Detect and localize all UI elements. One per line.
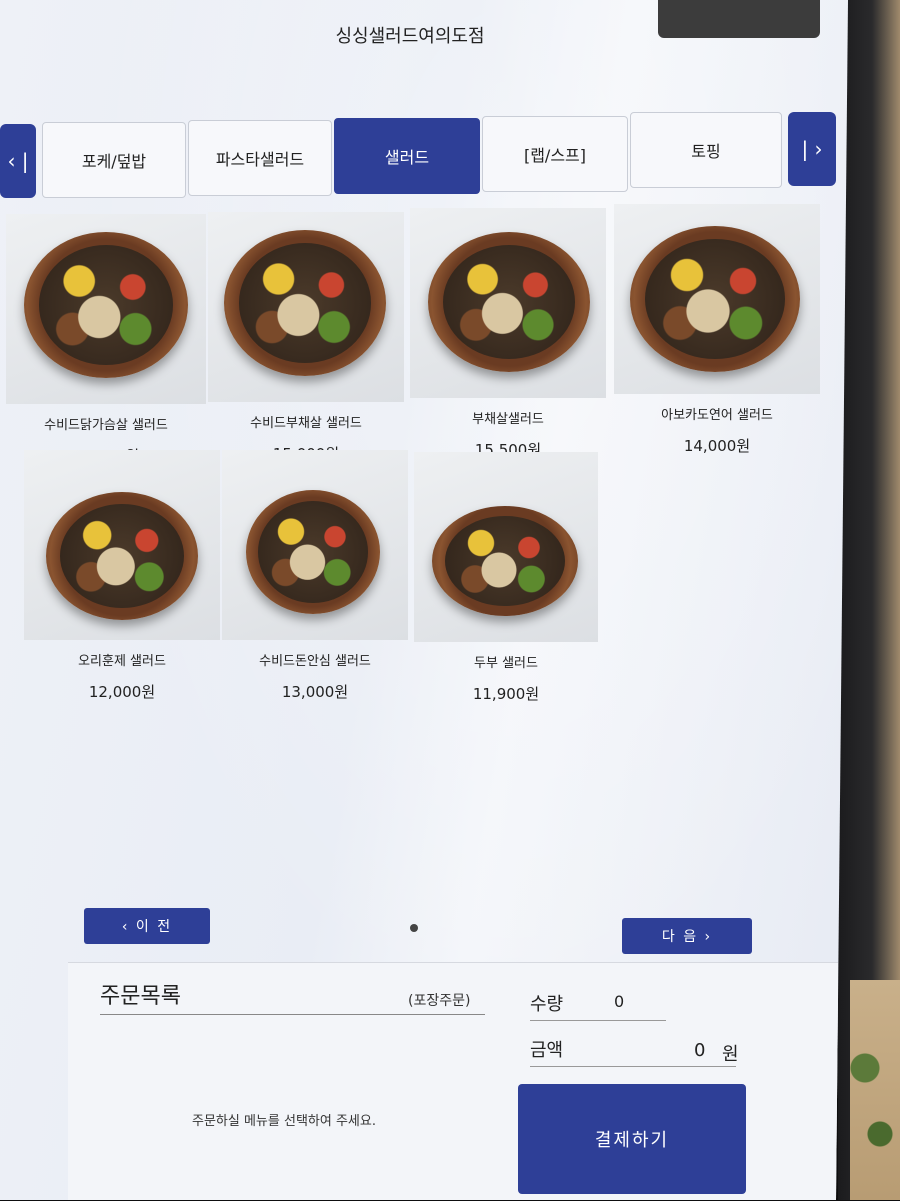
quantity-label: 수량 — [530, 994, 564, 1015]
menu-item-photo — [222, 450, 408, 640]
menu-item-card[interactable]: 오리훈제 샐러드 12,000원 — [24, 450, 220, 702]
background-plant — [850, 980, 900, 1200]
menu-item-name: 수비드닭가슴살 샐러드 — [44, 418, 168, 433]
category-tabs: ‹ | 포케/덮밥 파스타샐러드 샐러드 [랩/스프] 토핑 | › — [0, 112, 848, 202]
amount-unit: 원 — [722, 1044, 739, 1065]
empty-order-message: 주문하실 메뉴를 선택하여 주세요. — [192, 1114, 376, 1129]
prev-page-button[interactable]: ‹ 이 전 — [84, 908, 210, 944]
amount-value: 0 — [694, 1040, 706, 1061]
tab-next-arrow[interactable]: | › — [788, 112, 836, 186]
menu-item-price: 12,000원 — [88, 683, 156, 701]
pay-button[interactable]: 결제하기 — [518, 1084, 746, 1194]
packing-order-label: (포장주문) — [408, 993, 471, 1009]
next-page-button[interactable]: 다 음 › — [622, 918, 752, 954]
tab-wrap-soup[interactable]: [랩/스프] — [482, 116, 628, 192]
tab-poke-rice[interactable]: 포케/덮밥 — [42, 122, 186, 198]
menu-item-name: 부채살샐러드 — [472, 412, 544, 427]
menu-item-name: 오리훈제 샐러드 — [78, 654, 166, 669]
menu-item-name: 아보카도연어 샐러드 — [661, 408, 773, 423]
kiosk-bezel — [838, 0, 900, 1200]
menu-item-name: 수비드부채살 샐러드 — [250, 416, 362, 431]
menu-item-card[interactable]: 수비드부채살 샐러드 15,000원 — [208, 212, 404, 464]
menu-item-card[interactable]: 두부 샐러드 11,900원 — [414, 452, 598, 704]
menu-item-card[interactable]: 수비드닭가슴살 샐러드 12,000원 — [6, 214, 206, 466]
menu-item-photo — [414, 452, 598, 642]
menu-item-card[interactable]: 수비드돈안심 샐러드 13,000원 — [222, 450, 408, 702]
quantity-value: 0 — [614, 992, 625, 1011]
menu-item-photo — [410, 208, 606, 398]
menu-item-name: 수비드돈안심 샐러드 — [259, 654, 371, 669]
kiosk-screen: 싱싱샐러드여의도점 ‹ | 포케/덮밥 파스타샐러드 샐러드 [랩/스프] 토핑… — [0, 0, 848, 1200]
divider — [530, 1020, 666, 1021]
menu-item-name: 두부 샐러드 — [474, 656, 538, 671]
tab-salad[interactable]: 샐러드 — [334, 118, 480, 194]
menu-item-price: 14,000원 — [683, 437, 751, 455]
menu-item-price: 11,900원 — [472, 685, 540, 703]
menu-item-card[interactable]: 아보카도연어 샐러드 14,000원 — [614, 204, 820, 456]
divider — [530, 1066, 736, 1067]
order-list-title: 주문목록 — [100, 984, 181, 1009]
menu-item-photo — [614, 204, 820, 394]
store-title: 싱싱샐러드여의도점 — [335, 26, 485, 47]
divider — [100, 1014, 485, 1015]
amount-label: 금액 — [530, 1040, 564, 1061]
menu-item-photo — [24, 450, 220, 640]
menu-item-photo — [208, 212, 404, 402]
tab-pasta-salad[interactable]: 파스타샐러드 — [188, 120, 332, 196]
tab-topping[interactable]: 토핑 — [630, 112, 782, 188]
menu-item-photo — [6, 214, 206, 404]
tab-prev-arrow[interactable]: ‹ | — [0, 124, 36, 198]
page-indicator-dot — [410, 924, 418, 932]
menu-item-card[interactable]: 부채살샐러드 15,500원 — [410, 208, 606, 460]
menu-item-price: 13,000원 — [281, 683, 349, 701]
